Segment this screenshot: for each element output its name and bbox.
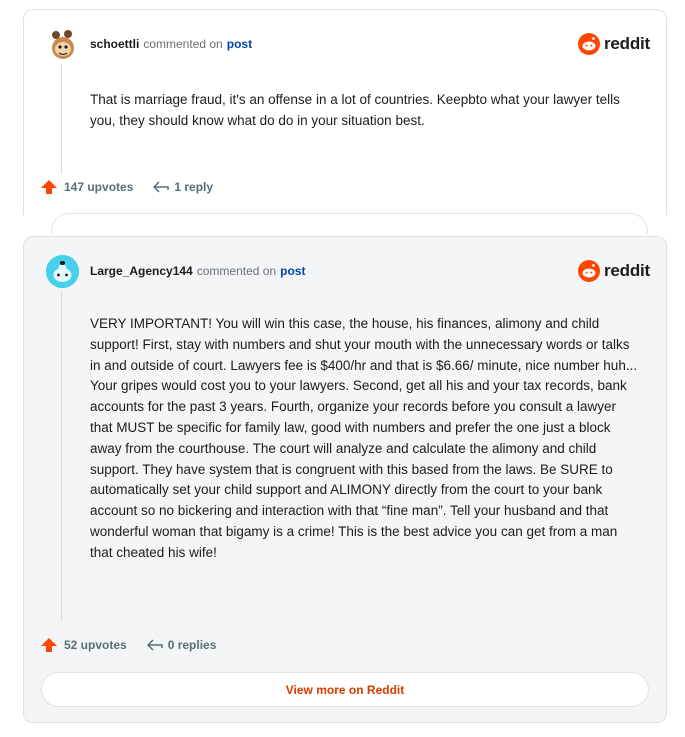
thread-line xyxy=(61,291,62,621)
upvote-count: 52 upvotes xyxy=(64,638,127,652)
commented-on-text: commented on xyxy=(196,264,277,278)
comment-card-1: schoettli commented on post reddit That … xyxy=(23,9,667,234)
upvote-button[interactable]: 147 upvotes xyxy=(41,180,133,194)
comment-header: Large_Agency144 commented on post reddit xyxy=(46,254,650,288)
comment-body: VERY IMPORTANT! You will win this case, … xyxy=(90,316,638,560)
reddit-logo[interactable]: reddit xyxy=(577,260,650,282)
comment-header: schoettli commented on post reddit xyxy=(46,27,650,61)
comment-card-2: Large_Agency144 commented on post reddit… xyxy=(23,236,667,723)
snoo-avatar-icon xyxy=(46,254,79,288)
comment-body: That is marriage fraud, it's an offense … xyxy=(90,92,620,128)
post-link[interactable]: post xyxy=(280,264,305,278)
thread-line xyxy=(61,64,62,174)
reply-count: 0 replies xyxy=(167,638,217,652)
snoo-avatar-icon xyxy=(52,29,74,59)
reddit-wordmark: reddit xyxy=(603,34,650,53)
avatar[interactable] xyxy=(46,254,79,288)
reddit-icon xyxy=(577,260,600,282)
reply-count: 1 reply xyxy=(174,180,214,194)
reddit-icon xyxy=(577,33,600,55)
comment-actions: 52 upvotes 0 replies xyxy=(41,638,216,652)
reply-arrow-icon xyxy=(153,181,170,193)
comment-actions: 147 upvotes 1 reply xyxy=(41,180,213,194)
reply-arrow-icon xyxy=(146,639,163,651)
post-link[interactable]: post xyxy=(227,37,252,51)
reply-button[interactable]: 1 reply xyxy=(133,180,213,194)
reply-button[interactable]: 0 replies xyxy=(127,638,217,652)
reddit-logo[interactable]: reddit xyxy=(577,33,650,55)
upvote-arrow-icon xyxy=(41,638,57,652)
username[interactable]: schoettli xyxy=(90,37,139,51)
view-more-button-partial xyxy=(51,213,648,234)
username[interactable]: Large_Agency144 xyxy=(90,264,193,278)
upvote-count: 147 upvotes xyxy=(64,180,134,194)
avatar[interactable] xyxy=(46,27,79,61)
view-more-button[interactable]: View more on Reddit xyxy=(41,672,649,707)
upvote-arrow-icon xyxy=(41,180,57,194)
upvote-button[interactable]: 52 upvotes xyxy=(41,638,127,652)
reddit-wordmark: reddit xyxy=(603,261,650,280)
commented-on-text: commented on xyxy=(143,37,223,51)
